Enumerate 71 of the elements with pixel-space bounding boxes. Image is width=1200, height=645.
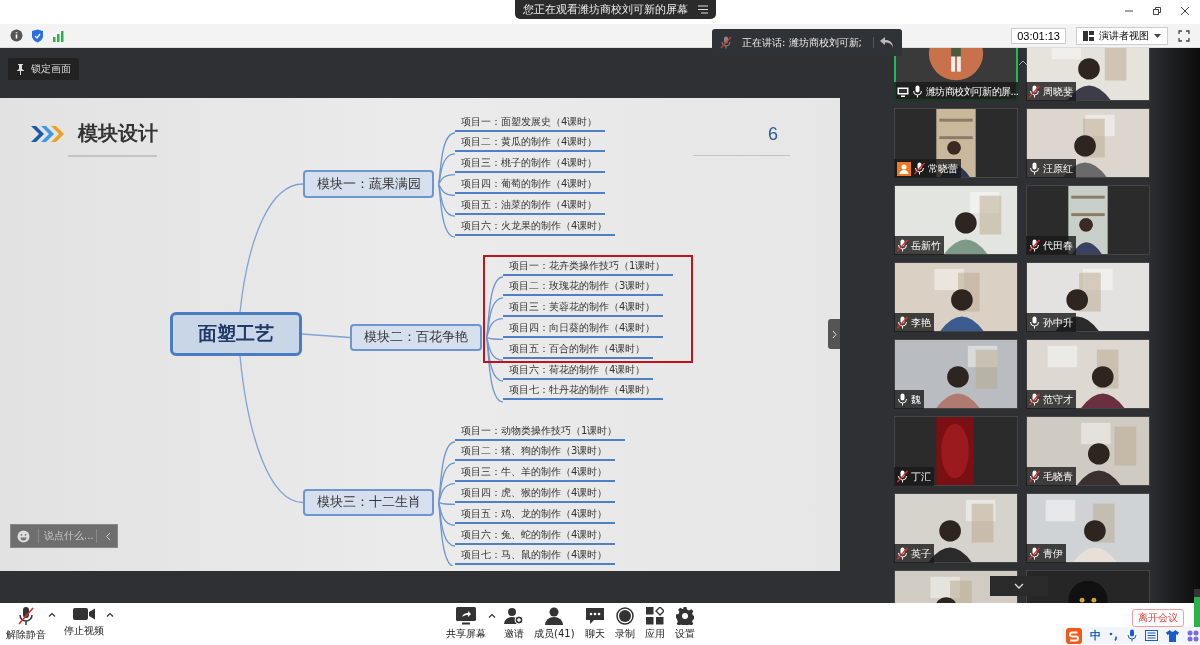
video-tile[interactable]: 毛晓青 (1026, 416, 1150, 486)
video-tile[interactable]: 岳新竹 (894, 185, 1018, 255)
leaf-node: 项目三：芙蓉花的制作（4课时） (483, 298, 693, 319)
video-tile[interactable]: 范守才 (1026, 339, 1150, 409)
participant-name: 代田春 (1043, 238, 1073, 253)
leaf-node: 项目一：花卉类操作技巧（1课时） (483, 254, 693, 278)
toolbar-button[interactable]: 成员(41) (532, 607, 577, 641)
slide-page-number: 6 (768, 124, 778, 145)
speaking-label: 正在讲话: 潍坊商校刘可新; (742, 35, 862, 50)
leaf-node: 项目二：黄瓜的制作（4课时） (455, 133, 606, 155)
video-tile[interactable]: 汪原红 (1026, 108, 1150, 178)
leaf-node: 项目四：向日葵的制作（4课时） (483, 319, 693, 340)
toolbar-button[interactable]: 邀请 (502, 607, 526, 641)
branch-node: 模块三：十二生肖 (303, 489, 434, 516)
participant-name: 常晓蕾 (928, 161, 958, 176)
leaf-node: 项目五：百合的制作（4课时） (483, 339, 693, 363)
leaf-node: 项目三：牛、羊的制作（4课时） (455, 463, 616, 484)
video-tile[interactable]: 常晓蕾 (894, 108, 1018, 178)
video-tile[interactable]: 英子 (894, 493, 1018, 563)
leaf-node: 项目一：面塑发展史（4课时） (455, 112, 606, 134)
viewing-label: 您正在观看潍坊商校刘可新的屏幕 (522, 2, 688, 17)
video-tile[interactable]: 周晓斐 (1026, 48, 1150, 101)
participant-name: 魏 (911, 392, 921, 407)
meeting-timer: 03:01:13 (1011, 27, 1066, 44)
toolbar-button[interactable]: 停止视频 (62, 606, 106, 638)
view-mode-dropdown[interactable]: 演讲者视图 (1076, 26, 1168, 45)
video-tile[interactable]: 魏 (894, 339, 1018, 409)
leaf-node: 项目七：马、鼠的制作（4课时） (455, 546, 616, 568)
participant-name: 潍坊商校刘可新的屏... (926, 84, 1018, 99)
leaf-node: 项目六：兔、蛇的制作（4课时） (455, 525, 616, 547)
leave-meeting-button[interactable]: 离开会议 (1132, 609, 1184, 627)
branch-node: 模块一：蔬果满园 (303, 170, 434, 198)
leaf-node: 项目六：火龙果的制作（4课时） (455, 216, 616, 238)
root-node: 面塑工艺 (170, 312, 302, 356)
leaf-node: 项目四：虎、猴的制作（4课时） (455, 484, 616, 505)
video-tile[interactable]: 青伊 (1026, 493, 1150, 563)
participant-name: 毛晓青 (1043, 469, 1073, 484)
leaf-node: 项目七：牡丹花的制作（4课时） (503, 381, 664, 403)
participant-name: 汪原红 (1043, 161, 1073, 176)
leaf-node: 项目五：鸡、龙的制作（4课时） (455, 504, 616, 526)
participant-name: 范守才 (1043, 392, 1073, 407)
toolbar-button[interactable]: 聊天 (582, 607, 607, 641)
toolbar-button[interactable]: 录制 (612, 607, 637, 641)
participant-name: 岳新竹 (911, 238, 941, 253)
leaf-node: 项目三：桃子的制作（4课时） (455, 154, 606, 175)
toolbar-button[interactable]: 设置 (672, 607, 697, 641)
participant-name: 李艳 (911, 315, 931, 330)
leaf-node: 项目二：玫瑰花的制作（3课时） (483, 277, 693, 299)
leaf-node: 项目四：葡萄的制作（4课时） (455, 175, 606, 196)
leaf-node: 项目六：荷花的制作（4课时） (503, 360, 654, 382)
toolbar-button[interactable]: 共享屏幕 (444, 607, 488, 641)
branch-node: 模块二：百花争艳 (350, 324, 482, 351)
participant-name: 英子 (911, 546, 931, 561)
participant-name: 周晓斐 (1043, 84, 1073, 99)
lock-screen-button[interactable]: 锁定画面 (8, 58, 79, 80)
video-tile[interactable]: 孙中升 (1026, 262, 1150, 332)
participant-name: 青伊 (1043, 546, 1063, 561)
slide-title: 模块设计 (78, 120, 158, 147)
video-tile[interactable]: 李艳 (894, 262, 1018, 332)
leaf-node: 项目一：动物类操作技巧（1课时） (455, 421, 626, 443)
leaf-node: 项目五：油菜的制作（4课时） (455, 195, 606, 217)
video-tile[interactable]: 潍坊商校刘可新的屏... (894, 48, 1018, 101)
participant-name: 丁汇 (911, 469, 931, 484)
toolbar-button[interactable]: 解除静音 (4, 606, 48, 642)
participant-name: 孙中升 (1043, 315, 1073, 330)
toolbar-button[interactable]: 应用 (642, 607, 667, 641)
chat-placeholder: 说点什么... (38, 529, 97, 543)
video-tile[interactable]: 代田春 (1026, 185, 1150, 255)
video-tile[interactable]: 丁汇 (894, 416, 1018, 486)
leaf-node: 项目二：猪、狗的制作（3课时） (455, 442, 616, 464)
ime-mode[interactable]: 中 (1090, 628, 1101, 643)
